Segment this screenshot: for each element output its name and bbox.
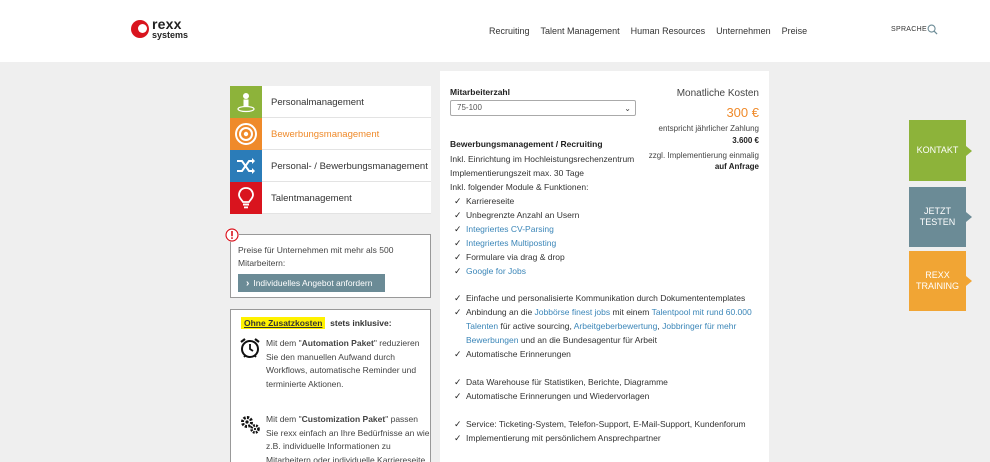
- feature-item: ✓ Implementierung mit persönlichem Anspre…: [454, 433, 661, 443]
- try-now-label: JETZT TESTEN: [919, 206, 956, 227]
- category-label: Bewerbungsmanagement: [271, 129, 380, 140]
- category-bewerbungsmanagement[interactable]: Bewerbungsmanagement: [230, 118, 431, 150]
- link-cv-parsing[interactable]: Integriertes CV-Parsing: [466, 224, 554, 234]
- check-icon: ✓: [454, 433, 462, 443]
- check-icon: ✓: [454, 349, 462, 359]
- nav-talent-management[interactable]: Talent Management: [541, 26, 620, 36]
- feature-item: ✓ Anbindung an die Jobbörse finest jobs m…: [454, 307, 752, 345]
- enterprise-info-box: Preise für Unternehmen mit mehr als 500 …: [225, 228, 431, 298]
- request-offer-button[interactable]: › Individuelles Angebot anfordern: [238, 274, 385, 292]
- person-icon: [230, 86, 262, 118]
- extras-highlight[interactable]: Ohne Zusatzkosten: [241, 317, 326, 329]
- chevron-right-icon: ›: [246, 277, 250, 289]
- check-icon: ✓: [454, 377, 462, 387]
- gears-icon: [241, 416, 260, 434]
- check-icon: ✓: [454, 419, 462, 429]
- check-icon: ✓: [454, 293, 462, 303]
- check-icon: ✓: [454, 224, 462, 234]
- yearly-note: entspricht jährlicher Zahlung: [658, 124, 760, 133]
- extra-automation-text: Mit dem "Automation Paket" reduzieren Si…: [266, 338, 420, 390]
- info-line: Implementierungszeit max. 30 Tage: [450, 168, 585, 178]
- monthly-cost-value: 300 €: [726, 105, 759, 120]
- check-icon: ✓: [454, 252, 462, 262]
- category-label: Personalmanagement: [271, 97, 364, 108]
- feature-item: ✓ Service: Ticketing-System, Telefon-Supp…: [454, 419, 746, 429]
- feature-item: ✓ Unbegrenzte Anzahl an Usern: [454, 210, 580, 220]
- logo-subtext: systems: [152, 30, 189, 40]
- category-personalmanagement[interactable]: Personalmanagement: [230, 86, 431, 118]
- pricing-panel: Mitarbeiterzahl 75-100 ⌄ Monatliche Kost…: [440, 71, 769, 462]
- nav-recruiting[interactable]: Recruiting: [489, 26, 530, 36]
- extra-customization-text: Mit dem "Customization Paket" passen Sie…: [266, 414, 430, 462]
- included-extras-box: Ohne Zusatzkosten stets inklusive: Mit d…: [230, 309, 431, 462]
- link-google-for-jobs[interactable]: Google for Jobs: [466, 266, 526, 276]
- extras-heading-rest: stets inklusive:: [330, 318, 392, 328]
- category-talentmanagement[interactable]: Talentmanagement: [230, 182, 431, 214]
- search-icon[interactable]: [927, 24, 938, 35]
- logo-mark-icon: [131, 20, 149, 38]
- chevron-down-icon: ⌄: [624, 104, 631, 113]
- info-line: Inkl. Einrichtung im Hochleistungsrechen…: [450, 154, 635, 164]
- package-info: Inkl. Einrichtung im Hochleistungsrechen…: [450, 152, 634, 194]
- feature-item: ✓ Automatische Erinnerungen: [454, 349, 571, 359]
- feature-item: ✓ Google for Jobs: [454, 264, 764, 278]
- rexx-training-button[interactable]: REXX TRAINING: [909, 251, 972, 311]
- shuffle-icon: [230, 150, 262, 182]
- implementation-note: zzgl. Implementierung einmalig: [648, 151, 759, 160]
- request-offer-label: Individuelles Angebot anfordern: [253, 278, 373, 288]
- feature-group-1: ✓ Karriereseite ✓ Unbegrenzte Anzahl an Us…: [454, 194, 764, 278]
- check-icon: ✓: [454, 266, 462, 276]
- contact-button[interactable]: KONTAKT: [909, 120, 972, 181]
- feature-item: ✓ Integriertes CV-Parsing: [454, 222, 764, 236]
- nav-human-resources[interactable]: Human Resources: [631, 26, 706, 36]
- logo-text: rexx: [152, 16, 182, 32]
- package-title: Bewerbungsmanagement / Recruiting: [450, 139, 603, 149]
- link-multiposting[interactable]: Integriertes Multiposting: [466, 238, 556, 248]
- check-icon: ✓: [454, 210, 462, 220]
- extras-heading: Ohne Zusatzkosten stets inklusive:: [241, 317, 392, 329]
- contact-label: KONTAKT: [916, 145, 959, 155]
- site-header: rexx systems Recruiting Talent Managemen…: [0, 0, 990, 62]
- employee-count-select[interactable]: 75-100 ⌄: [450, 100, 636, 116]
- category-label: Personal- / Bewerbungsmanagement: [271, 161, 428, 172]
- check-icon: ✓: [454, 391, 462, 401]
- product-category-list: Personalmanagement Bewerbungsmanagement …: [230, 86, 431, 214]
- feature-group-4: ✓ Service: Ticketing-System, Telefon-Supp…: [454, 417, 764, 445]
- link-finest-jobs[interactable]: Jobbörse finest jobs: [535, 307, 611, 317]
- try-now-button[interactable]: JETZT TESTEN: [909, 187, 972, 247]
- feature-item: ✓ Automatische Erinnerungen und Wiedervor…: [454, 391, 650, 401]
- alert-icon: [225, 228, 239, 242]
- rexx-logo[interactable]: rexx systems: [131, 17, 193, 43]
- link-arbeitgeberbewertung[interactable]: Arbeitgeberbewertung: [574, 321, 658, 331]
- enterprise-info-text: Preise für Unternehmen mit mehr als 500 …: [238, 245, 394, 268]
- main-nav: Recruiting Talent Management Human Resou…: [489, 26, 807, 36]
- category-personal-bewerbungsmanagement[interactable]: Personal- / Bewerbungsmanagement: [230, 150, 431, 182]
- target-icon: [230, 118, 262, 150]
- feature-item: ✓ Data Warehouse für Statistiken, Bericht…: [454, 377, 668, 387]
- check-icon: ✓: [454, 196, 462, 206]
- monthly-cost-title: Monatliche Kosten: [676, 88, 759, 99]
- employee-count-label: Mitarbeiterzahl: [450, 87, 510, 97]
- feature-item: ✓ Integriertes Multiposting: [454, 236, 764, 250]
- nav-unternehmen[interactable]: Unternehmen: [716, 26, 771, 36]
- category-label: Talentmanagement: [271, 193, 352, 204]
- feature-item: ✓ Formulare via drag & drop: [454, 252, 565, 262]
- info-line: Inkl. folgender Module & Funktionen:: [450, 182, 589, 192]
- feature-group-2: ✓ Einfache und personalisierte Kommunikat…: [454, 291, 764, 361]
- feature-group-3: ✓ Data Warehouse für Statistiken, Bericht…: [454, 375, 764, 403]
- lightbulb-icon: [230, 182, 262, 214]
- feature-item: ✓ Karriereseite: [454, 196, 515, 206]
- implementation-value: auf Anfrage: [714, 162, 759, 171]
- feature-item: ✓ Einfache und personalisierte Kommunikat…: [454, 293, 746, 303]
- language-selector[interactable]: SPRACHE: [891, 26, 927, 33]
- training-label: REXX TRAINING: [915, 270, 959, 291]
- alarm-clock-icon: [240, 338, 260, 358]
- yearly-cost-value: 3.600 €: [732, 136, 759, 145]
- check-icon: ✓: [454, 238, 462, 248]
- nav-preise[interactable]: Preise: [782, 26, 808, 36]
- select-value: 75-100: [457, 103, 482, 112]
- check-icon: ✓: [454, 307, 462, 317]
